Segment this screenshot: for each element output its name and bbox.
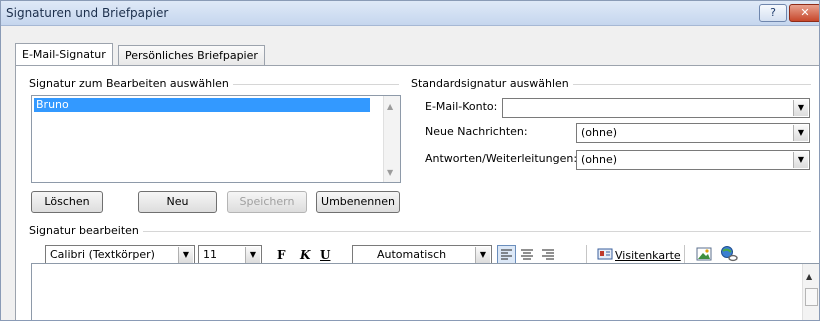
select-signature-title: Signatur zum Bearbeiten auswählen [29, 77, 233, 90]
save-button[interactable]: Speichern [227, 191, 307, 213]
replies-value: (ohne) [581, 153, 618, 166]
font-dropdown[interactable]: Calibri (Textkörper) ▼ [45, 245, 195, 265]
delete-button[interactable]: Löschen [31, 191, 103, 213]
bold-button[interactable]: F [277, 248, 286, 262]
account-dropdown[interactable]: ▼ [502, 98, 810, 118]
chevron-down-icon[interactable]: ▼ [793, 125, 808, 141]
signature-list-scrollbar[interactable]: ▲ ▼ [383, 96, 400, 182]
font-size-dropdown[interactable]: 11 ▼ [198, 245, 262, 265]
window-title: Signaturen und Briefpapier [6, 6, 169, 20]
new-messages-dropdown[interactable]: (ohne) ▼ [576, 123, 810, 143]
chevron-down-icon[interactable]: ▼ [793, 100, 808, 116]
scroll-up-icon[interactable]: ▲ [387, 102, 393, 111]
replies-dropdown[interactable]: (ohne) ▼ [576, 150, 810, 170]
close-button[interactable]: ✕ [789, 4, 819, 22]
color-dropdown[interactable]: Automatisch ▼ [352, 245, 492, 265]
insert-hyperlink-icon[interactable] [719, 245, 738, 263]
help-button[interactable]: ? [759, 4, 787, 22]
new-messages-label: Neue Nachrichten: [425, 125, 528, 138]
title-bar: Signaturen und Briefpapier ? ✕ [1, 1, 819, 26]
align-right-icon[interactable] [539, 245, 557, 263]
tab-personal-stationery[interactable]: Persönliches Briefpapier [118, 45, 265, 65]
signature-item-bruno[interactable]: Bruno [34, 98, 370, 112]
signatures-dialog: Signaturen und Briefpapier ? ✕ E-Mail-Si… [0, 0, 820, 321]
insert-picture-icon[interactable] [695, 245, 713, 263]
edit-signature-title: Signatur bearbeiten [29, 224, 143, 237]
scroll-thumb[interactable] [805, 288, 818, 306]
group-divider [31, 231, 811, 232]
chevron-down-icon[interactable]: ▼ [793, 152, 808, 168]
new-button[interactable]: Neu [138, 191, 217, 213]
italic-button[interactable]: K [300, 248, 310, 262]
scroll-down-icon[interactable]: ▼ [387, 168, 393, 177]
rename-button[interactable]: Umbenennen [316, 191, 400, 213]
chevron-down-icon[interactable]: ▼ [178, 247, 193, 263]
business-card-button[interactable]: Visitenkarte [615, 249, 681, 262]
default-signature-title: Standardsignatur auswählen [411, 77, 573, 90]
chevron-down-icon[interactable]: ▼ [245, 247, 260, 263]
business-card-icon[interactable] [597, 245, 615, 263]
toolbar-separator [586, 245, 587, 265]
font-size-value: 11 [203, 248, 217, 261]
align-center-icon[interactable] [518, 245, 536, 263]
underline-button[interactable]: U [320, 248, 330, 262]
tab-email-signature[interactable]: E-Mail-Signatur [15, 43, 113, 65]
toolbar-separator [684, 245, 685, 265]
align-left-icon[interactable] [497, 245, 516, 265]
signature-editor[interactable]: ▲ [31, 263, 819, 320]
font-value: Calibri (Textkörper) [50, 248, 155, 261]
scroll-up-icon[interactable]: ▲ [806, 272, 812, 281]
chevron-down-icon[interactable]: ▼ [475, 247, 490, 263]
color-value: Automatisch [377, 248, 447, 261]
editor-scrollbar[interactable]: ▲ [802, 264, 819, 320]
signature-list[interactable]: Bruno ▲ ▼ [31, 95, 401, 183]
replies-label: Antworten/Weiterleitungen: [425, 152, 578, 165]
account-label: E-Mail-Konto: [425, 100, 498, 113]
new-messages-value: (ohne) [581, 126, 618, 139]
